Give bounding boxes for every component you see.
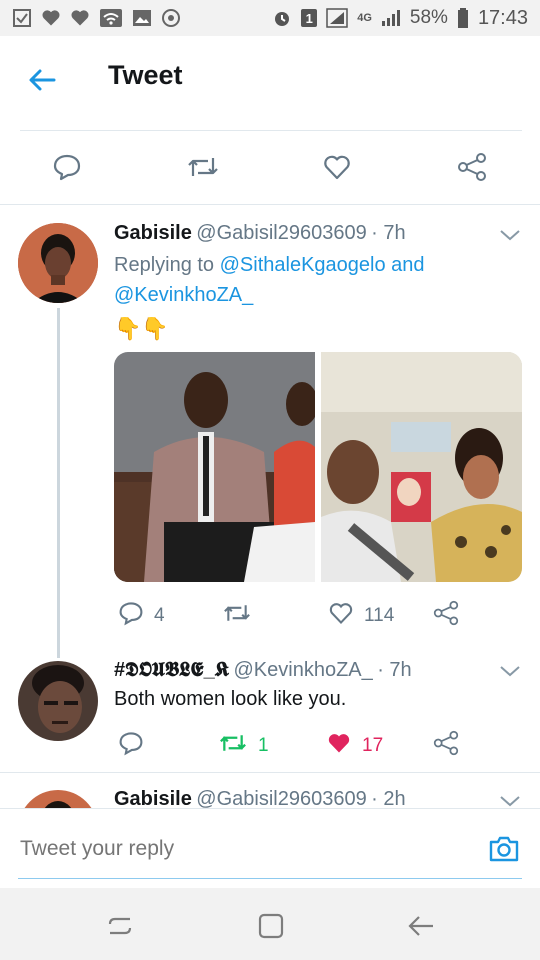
top-app-bar: Tweet [0, 36, 540, 120]
mention-link[interactable]: @KevinkhoZA_ [114, 284, 253, 306]
image-icon [132, 8, 152, 28]
reply-action[interactable] [118, 730, 144, 762]
retweet-action[interactable] [222, 600, 262, 632]
reply-compose-bar [0, 808, 540, 888]
divider [0, 808, 540, 809]
recent-apps-icon[interactable] [106, 912, 134, 945]
battery-icon [457, 8, 469, 28]
share-icon[interactable] [432, 730, 460, 762]
username[interactable]: @Gabisil29603609 [196, 788, 366, 809]
input-underline [18, 878, 522, 879]
share-icon[interactable] [432, 600, 460, 632]
like-filled-icon[interactable] [326, 730, 352, 762]
chevron-down-icon[interactable] [499, 228, 521, 242]
retweet-count: 1 [258, 735, 269, 756]
timestamp: · 2h [371, 788, 406, 809]
tweet-header: Gabisile @Gabisil29603609 · 7h [114, 222, 406, 245]
tweet-text: Both women look like you. [114, 688, 347, 710]
like-count: 114 [364, 605, 395, 626]
timestamp: · 7h [371, 222, 406, 244]
system-nav-bar [0, 888, 540, 960]
back-nav-icon[interactable] [406, 912, 436, 945]
chevron-down-icon[interactable] [499, 664, 521, 678]
share-action[interactable] [432, 600, 460, 632]
checkbox-icon [12, 8, 32, 28]
media-grid [114, 352, 522, 582]
username[interactable]: @KevinkhoZA_ [234, 659, 373, 681]
display-name[interactable]: #𝕯𝕺𝖀𝕭𝕷𝕰_𝕶 [114, 659, 229, 681]
tweet-text: 👇👇 [114, 316, 169, 341]
home-icon[interactable] [257, 912, 285, 945]
reply-input[interactable] [18, 830, 462, 868]
like-icon[interactable] [328, 600, 354, 632]
replying-to-label: Replying to [114, 254, 215, 276]
like-icon[interactable] [322, 152, 352, 182]
replying-to: Replying to @SithaleKgaogelo and @Kevink… [114, 250, 514, 310]
reply-icon[interactable] [52, 152, 82, 182]
photo-2[interactable] [321, 352, 522, 582]
status-bar-notifications [12, 8, 181, 28]
tweet-header: #𝕯𝕺𝖀𝕭𝕷𝕰_𝕶 @KevinkhoZA_ · 7h [114, 659, 412, 682]
display-name[interactable]: Gabisile [114, 788, 192, 809]
clock: 17:43 [477, 6, 528, 29]
reply-icon[interactable] [118, 730, 144, 762]
like-action[interactable]: 114 [328, 600, 394, 632]
wifi-icon [99, 8, 123, 28]
retweet-icon[interactable] [222, 600, 252, 632]
avatar[interactable] [18, 790, 98, 809]
retweet-action[interactable]: 1 [218, 730, 269, 762]
notification-count-badge: 1 [301, 9, 318, 27]
like-count: 17 [362, 735, 384, 756]
status-bar-system: 1 4G 58% 17:43 [272, 7, 528, 30]
settings-ring-icon [161, 8, 181, 28]
back-arrow-icon[interactable] [26, 64, 58, 96]
retweet-icon[interactable] [186, 152, 220, 182]
battery-percent: 58% [409, 7, 448, 28]
camera-icon[interactable] [488, 834, 520, 869]
page-title: Tweet [108, 60, 183, 90]
retweet-icon[interactable] [218, 730, 248, 762]
chevron-down-icon[interactable] [499, 794, 521, 808]
heart-icon-2 [70, 8, 90, 28]
share-icon[interactable] [456, 152, 488, 182]
avatar[interactable] [18, 223, 98, 303]
photo-1[interactable] [114, 352, 315, 582]
signal-icon [326, 8, 348, 28]
share-action[interactable] [432, 730, 460, 762]
reply-tweet[interactable]: Gabisile @Gabisil29603609 · 2h [0, 773, 540, 809]
reply-icon[interactable] [118, 600, 144, 632]
reply-count: 4 [154, 605, 165, 626]
alarm-icon [272, 8, 292, 28]
tweet-header: Gabisile @Gabisil29603609 · 2h [114, 788, 406, 809]
signal-bars-icon [381, 9, 401, 27]
network-type: 4G [357, 12, 372, 24]
reply-action[interactable]: 4 [118, 600, 165, 632]
display-name[interactable]: Gabisile [114, 222, 192, 244]
replying-to-and[interactable]: and [391, 254, 424, 276]
username[interactable]: @Gabisil29603609 [196, 222, 366, 244]
like-action[interactable]: 17 [326, 730, 383, 762]
focused-tweet-actions [0, 130, 540, 204]
mention-link[interactable]: @SithaleKgaogelo [220, 254, 386, 276]
status-bar: 1 4G 58% 17:43 [0, 0, 540, 36]
timestamp: · 7h [377, 659, 412, 681]
avatar[interactable] [18, 661, 98, 741]
heart-icon [41, 8, 61, 28]
